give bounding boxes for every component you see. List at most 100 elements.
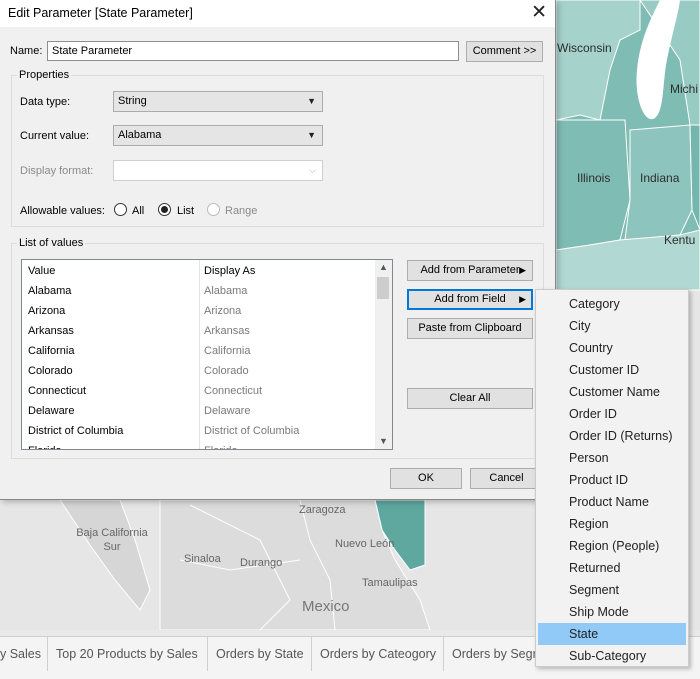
data-type-value: String <box>118 95 147 107</box>
current-value-label: Current value: <box>20 130 90 142</box>
row-value[interactable]: Colorado <box>28 361 73 381</box>
list-row[interactable]: Arkansas Arkansas <box>22 321 376 341</box>
menu-item-state[interactable]: State <box>538 623 686 645</box>
map-label-indiana: Indiana <box>640 171 680 185</box>
data-type-select[interactable]: String ▼ <box>113 91 323 112</box>
radio-list-label[interactable]: List <box>177 205 194 217</box>
ok-button[interactable]: OK <box>390 468 462 489</box>
radio-all-label[interactable]: All <box>132 205 144 217</box>
radio-list[interactable] <box>158 203 171 216</box>
row-value[interactable]: California <box>28 341 74 361</box>
add-from-parameter-button[interactable]: Add from Parameter ▶ <box>407 260 533 281</box>
tab-sales[interactable]: y Sales <box>0 637 48 671</box>
menu-item-order-id[interactable]: Order ID <box>538 403 686 425</box>
list-row[interactable]: District of Columbia District of Columbi… <box>22 421 376 441</box>
submenu-arrow-icon: ▶ <box>519 294 526 304</box>
menu-item-region[interactable]: Region <box>538 513 686 535</box>
add-from-parameter-label: Add from Parameter <box>420 264 520 276</box>
radio-all[interactable] <box>114 203 127 216</box>
list-row[interactable]: Colorado Colorado <box>22 361 376 381</box>
clear-all-button[interactable]: Clear All <box>407 388 533 409</box>
list-row[interactable]: Delaware Delaware <box>22 401 376 421</box>
scroll-thumb[interactable] <box>377 277 389 299</box>
row-value[interactable]: Connecticut <box>28 381 86 401</box>
chevron-down-icon: ▼ <box>307 96 316 106</box>
menu-item-order-id-returns[interactable]: Order ID (Returns) <box>538 425 686 447</box>
row-display[interactable]: Alabama <box>204 281 247 301</box>
menu-item-region-people[interactable]: Region (People) <box>538 535 686 557</box>
column-header-display-as[interactable]: Display As <box>204 261 255 281</box>
scroll-up-icon[interactable]: ▲ <box>379 262 388 272</box>
menu-item-sub-category[interactable]: Sub-Category <box>538 645 686 667</box>
menu-item-category[interactable]: Category <box>538 293 686 315</box>
menu-item-country[interactable]: Country <box>538 337 686 359</box>
row-value[interactable]: Alabama <box>28 281 71 301</box>
row-value[interactable]: Florida <box>28 441 62 449</box>
row-display[interactable]: Arizona <box>204 301 241 321</box>
tab-top-20-products-by-sales[interactable]: Top 20 Products by Sales <box>48 637 208 671</box>
add-from-field-button[interactable]: Add from Field ▶ <box>407 289 533 310</box>
tab-orders-by-category[interactable]: Orders by Cateogory <box>312 637 444 671</box>
row-display[interactable]: Arkansas <box>204 321 250 341</box>
add-from-field-label: Add from Field <box>434 293 506 305</box>
menu-item-person[interactable]: Person <box>538 447 686 469</box>
dialog-titlebar[interactable]: Edit Parameter [State Parameter] ✕ <box>0 0 555 27</box>
list-row[interactable]: Florida Florida <box>22 441 376 449</box>
scroll-down-icon[interactable]: ▼ <box>379 436 388 446</box>
allowable-values-label: Allowable values: <box>20 205 105 217</box>
map-label-wisconsin: Wisconsin <box>557 41 612 55</box>
map-label-michigan: Michi <box>670 82 699 96</box>
list-header: Value Display As <box>22 261 376 281</box>
map-label-sinaloa: Sinaloa <box>184 553 221 565</box>
menu-item-product-name[interactable]: Product Name <box>538 491 686 513</box>
tab-orders-by-state[interactable]: Orders by State <box>208 637 312 671</box>
row-value[interactable]: Arizona <box>28 301 65 321</box>
row-display[interactable]: District of Columbia <box>204 421 299 441</box>
menu-item-segment[interactable]: Segment <box>538 579 686 601</box>
list-row[interactable]: California California <box>22 341 376 361</box>
list-row[interactable]: Connecticut Connecticut <box>22 381 376 401</box>
menu-item-returned[interactable]: Returned <box>538 557 686 579</box>
list-of-values-label: List of values <box>17 237 86 249</box>
close-icon[interactable]: ✕ <box>531 1 547 25</box>
map-label-tamaulipas: Tamaulipas <box>362 577 418 589</box>
menu-item-product-id[interactable]: Product ID <box>538 469 686 491</box>
cancel-button[interactable]: Cancel <box>470 468 543 489</box>
tab-orders-by-segment[interactable]: Orders by Segm <box>444 637 536 671</box>
name-input[interactable]: State Parameter <box>47 41 459 61</box>
map-label-durango: Durango <box>240 557 283 569</box>
map-label-nuevo-leon: Nuevo León <box>335 538 395 550</box>
current-value-select[interactable]: Alabama ▼ <box>113 125 323 146</box>
row-display[interactable]: Delaware <box>204 401 250 421</box>
radio-range-label: Range <box>225 205 258 217</box>
menu-item-customer-id[interactable]: Customer ID <box>538 359 686 381</box>
submenu-arrow-icon: ▶ <box>519 265 526 275</box>
map-label-zaragoza: Zaragoza <box>299 504 346 516</box>
row-display[interactable]: Florida <box>204 441 238 449</box>
column-header-value[interactable]: Value <box>28 261 55 281</box>
chevron-down-icon: ⌵ <box>309 165 316 175</box>
row-display[interactable]: Connecticut <box>204 381 262 401</box>
list-row[interactable]: Arizona Arizona <box>22 301 376 321</box>
map-label-illinois: Illinois <box>577 171 611 185</box>
properties-label: Properties <box>17 69 72 81</box>
row-value[interactable]: Delaware <box>28 401 74 421</box>
menu-item-customer-name[interactable]: Customer Name <box>538 381 686 403</box>
menu-item-ship-mode[interactable]: Ship Mode <box>538 601 686 623</box>
list-scrollbar[interactable]: ▲ ▼ <box>375 260 392 449</box>
paste-from-clipboard-button[interactable]: Paste from Clipboard <box>407 318 533 339</box>
row-value[interactable]: Arkansas <box>28 321 74 341</box>
menu-item-city[interactable]: City <box>538 315 686 337</box>
row-display[interactable]: California <box>204 341 250 361</box>
row-display[interactable]: Colorado <box>204 361 249 381</box>
current-value-value: Alabama <box>118 129 162 141</box>
display-format-label: Display format: <box>20 165 94 177</box>
comment-button[interactable]: Comment >> <box>466 41 543 62</box>
list-row[interactable]: Alabama Alabama <box>22 281 376 301</box>
chevron-down-icon: ▼ <box>307 130 316 140</box>
values-list[interactable]: Value Display As Alabama Alabama Arizona… <box>21 259 393 450</box>
row-value[interactable]: District of Columbia <box>28 421 123 441</box>
map-label-baja-california-sur: Baja California Sur <box>76 527 148 553</box>
field-submenu: Category City Country Customer ID Custom… <box>535 289 689 667</box>
radio-range <box>207 203 220 216</box>
